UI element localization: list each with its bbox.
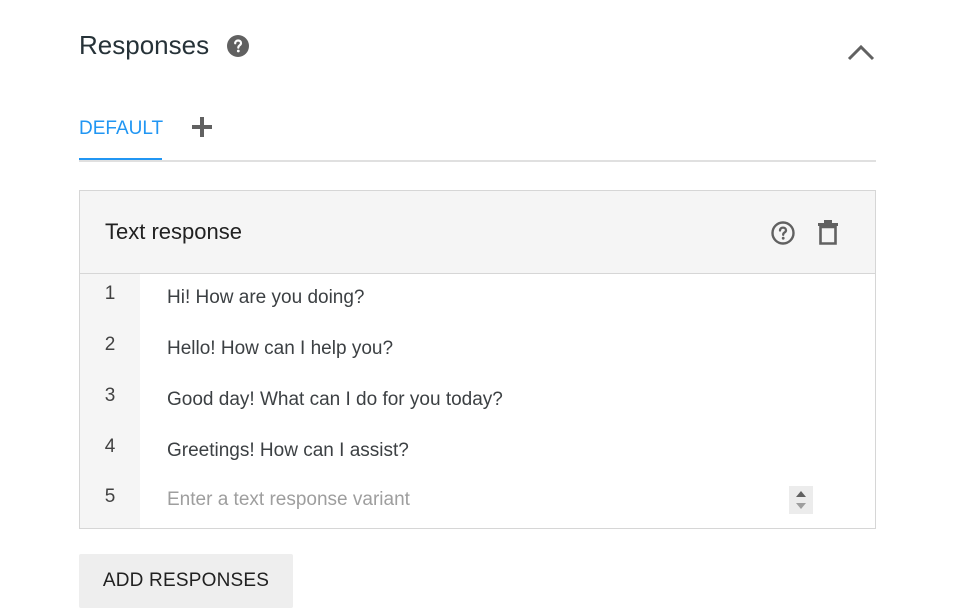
response-row[interactable]: 4 Greetings! How can I assist?: [80, 428, 875, 479]
section-title: Responses: [79, 30, 210, 60]
text-response-variant-input[interactable]: [160, 483, 797, 517]
row-number: 3: [104, 385, 116, 406]
trash-icon[interactable]: [817, 219, 839, 245]
help-outline-icon[interactable]: [770, 220, 796, 246]
response-text[interactable]: Good day! What can I do for you today?: [167, 389, 503, 411]
text-response-card: Text response 1 Hi! How are you doing? 2…: [79, 190, 876, 529]
row-number: 5: [104, 486, 116, 507]
response-row[interactable]: 2 Hello! How can I help you?: [80, 326, 875, 377]
response-text[interactable]: Hello! How can I help you?: [167, 338, 393, 360]
collapse-chevron-up-icon[interactable]: [846, 40, 876, 64]
responses-section-header: Responses: [79, 28, 876, 68]
spinner-icon[interactable]: [789, 486, 813, 514]
add-tab-plus-icon[interactable]: [191, 116, 213, 138]
response-text[interactable]: Hi! How are you doing?: [167, 287, 365, 309]
card-header: Text response: [80, 191, 875, 274]
response-text[interactable]: Greetings! How can I assist?: [167, 440, 409, 462]
row-number: 1: [104, 283, 116, 304]
card-title: Text response: [105, 219, 242, 244]
row-number: 4: [104, 436, 116, 457]
response-row[interactable]: 3 Good day! What can I do for you today?: [80, 377, 875, 428]
new-response-row: 5: [80, 478, 875, 529]
help-icon[interactable]: [226, 34, 250, 58]
response-row[interactable]: 1 Hi! How are you doing?: [80, 275, 875, 326]
tab-default[interactable]: DEFAULT: [79, 108, 163, 160]
row-number: 2: [104, 334, 116, 355]
response-tabs: DEFAULT: [79, 108, 876, 162]
add-responses-button[interactable]: ADD RESPONSES: [79, 554, 293, 608]
